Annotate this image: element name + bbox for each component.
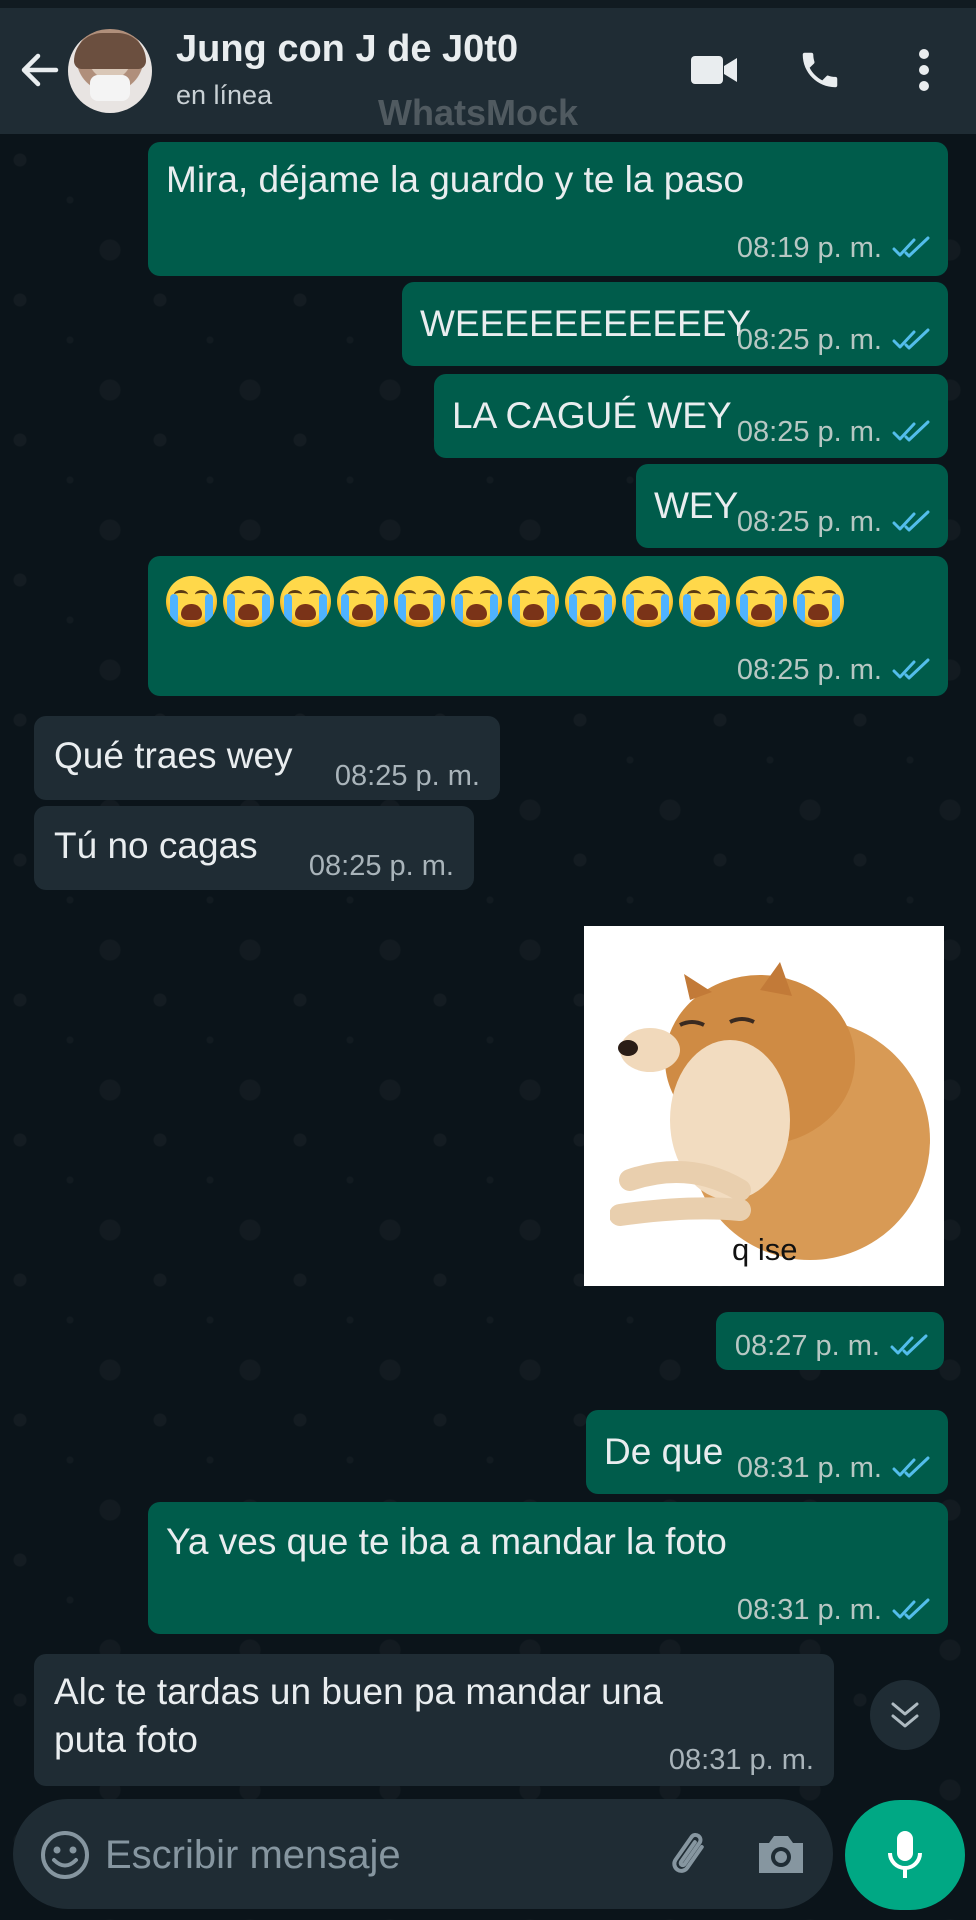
phone-icon[interactable] — [790, 40, 850, 100]
message-time: 08:25 p. m. — [736, 654, 882, 686]
loudly-crying-face-emoji — [565, 576, 616, 627]
double-check-icon — [892, 1598, 930, 1620]
video-call-icon[interactable] — [684, 40, 744, 100]
message-time: 08:25 p. m. — [334, 760, 480, 792]
double-check-icon — [892, 420, 930, 442]
message-meta: 08:19 p. m. — [737, 224, 930, 272]
double-check-icon — [892, 328, 930, 350]
message-bubble-outgoing[interactable]: 08:25 p. m. — [148, 556, 948, 696]
message-composer: Escribir mensaje — [13, 1799, 833, 1909]
double-check-icon — [892, 1456, 930, 1478]
message-meta: 08:25 p. m. — [737, 408, 930, 456]
message-text: Tú no cagas — [54, 825, 258, 866]
message-meta: 08:25 p. m. — [309, 842, 454, 890]
image-message[interactable]: q ise — [584, 926, 944, 1286]
more-vertical-icon[interactable] — [894, 40, 954, 100]
loudly-crying-face-emoji — [394, 576, 445, 627]
loudly-crying-face-emoji — [337, 576, 388, 627]
contact-avatar[interactable] — [68, 29, 152, 113]
loudly-crying-face-emoji — [280, 576, 331, 627]
message-meta: 08:27 p. m. — [735, 1322, 928, 1370]
message-time: 08:25 p. m. — [736, 506, 882, 538]
message-meta: 08:31 p. m. — [737, 1444, 930, 1492]
message-time: 08:19 p. m. — [736, 232, 882, 264]
paperclip-icon[interactable] — [663, 1827, 719, 1883]
message-bubble-incoming[interactable]: Tú no cagas 08:25 p. m. — [34, 806, 474, 890]
status-bar — [0, 0, 976, 8]
message-time: 08:25 p. m. — [308, 850, 454, 882]
message-bubble-outgoing[interactable]: Ya ves que te iba a mandar la foto 08:31… — [148, 1502, 948, 1634]
dog-meme-image — [610, 962, 930, 1260]
loudly-crying-face-emoji — [736, 576, 787, 627]
emoji-row — [166, 576, 844, 627]
microphone-icon — [888, 1831, 922, 1878]
message-input[interactable]: Escribir mensaje — [105, 1833, 401, 1878]
message-text: WEY — [654, 485, 739, 526]
message-time: 08:25 p. m. — [736, 324, 882, 356]
message-time: 08:27 p. m. — [734, 1330, 880, 1362]
scroll-to-bottom-button[interactable] — [870, 1680, 940, 1750]
chat-header: Jung con J de J0t0 en línea WhatsMock — [0, 0, 976, 134]
message-meta: 08:25 p. m. — [335, 752, 480, 800]
contact-name[interactable]: Jung con J de J0t0 — [176, 28, 518, 71]
message-time: 08:31 p. m. — [736, 1594, 882, 1626]
loudly-crying-face-emoji — [451, 576, 502, 627]
emoji-icon[interactable] — [39, 1829, 91, 1881]
loudly-crying-face-emoji — [793, 576, 844, 627]
microphone-button[interactable] — [845, 1800, 965, 1910]
message-bubble-incoming[interactable]: Alc te tardas un buen pa mandar una puta… — [34, 1654, 834, 1786]
message-meta: 08:31 p. m. — [737, 1586, 930, 1634]
loudly-crying-face-emoji — [508, 576, 559, 627]
message-time: 08:31 p. m. — [668, 1744, 814, 1776]
double-check-icon — [892, 236, 930, 258]
message-meta: 08:25 p. m. — [737, 316, 930, 364]
loudly-crying-face-emoji — [166, 576, 217, 627]
message-bubble-outgoing[interactable]: WEEEEEEEEEEEY 08:25 p. m. — [402, 282, 948, 366]
message-bubble-outgoing[interactable]: WEY 08:25 p. m. — [636, 464, 948, 548]
watermark: WhatsMock — [378, 92, 579, 133]
loudly-crying-face-emoji — [223, 576, 274, 627]
double-check-icon — [892, 510, 930, 532]
double-check-icon — [890, 1334, 928, 1356]
loudly-crying-face-emoji — [679, 576, 730, 627]
message-text: LA CAGUÉ WEY — [452, 395, 732, 436]
message-bubble-outgoing[interactable]: De que 08:31 p. m. — [586, 1410, 948, 1494]
message-meta: 08:25 p. m. — [737, 646, 930, 694]
message-text: Qué traes wey — [54, 735, 293, 776]
message-meta: 08:31 p. m. — [669, 1736, 814, 1784]
message-text-line: Alc te tardas un buen pa mandar una — [54, 1671, 663, 1712]
contact-status: en línea — [176, 80, 273, 110]
back-arrow-icon[interactable] — [16, 46, 64, 94]
message-meta: 08:25 p. m. — [737, 498, 930, 546]
message-bubble-incoming[interactable]: Qué traes wey 08:25 p. m. — [34, 716, 500, 800]
loudly-crying-face-emoji — [622, 576, 673, 627]
chevron-double-down-icon — [891, 1702, 919, 1728]
message-bubble-outgoing[interactable]: Mira, déjame la guardo y te la paso 08:1… — [148, 142, 948, 276]
message-text: De que — [604, 1431, 724, 1472]
image-meta-bubble: 08:27 p. m. — [716, 1312, 944, 1370]
message-time: 08:25 p. m. — [736, 416, 882, 448]
message-text: Mira, déjame la guardo y te la paso — [166, 159, 744, 200]
message-text: Ya ves que te iba a mandar la foto — [166, 1521, 727, 1562]
message-bubble-outgoing[interactable]: LA CAGUÉ WEY 08:25 p. m. — [434, 374, 948, 458]
message-text: WEEEEEEEEEEEY — [420, 303, 752, 344]
image-caption: q ise — [732, 1232, 798, 1267]
message-time: 08:31 p. m. — [736, 1452, 882, 1484]
camera-icon[interactable] — [753, 1829, 809, 1881]
double-check-icon — [892, 658, 930, 680]
message-text-line: puta foto — [54, 1719, 199, 1760]
